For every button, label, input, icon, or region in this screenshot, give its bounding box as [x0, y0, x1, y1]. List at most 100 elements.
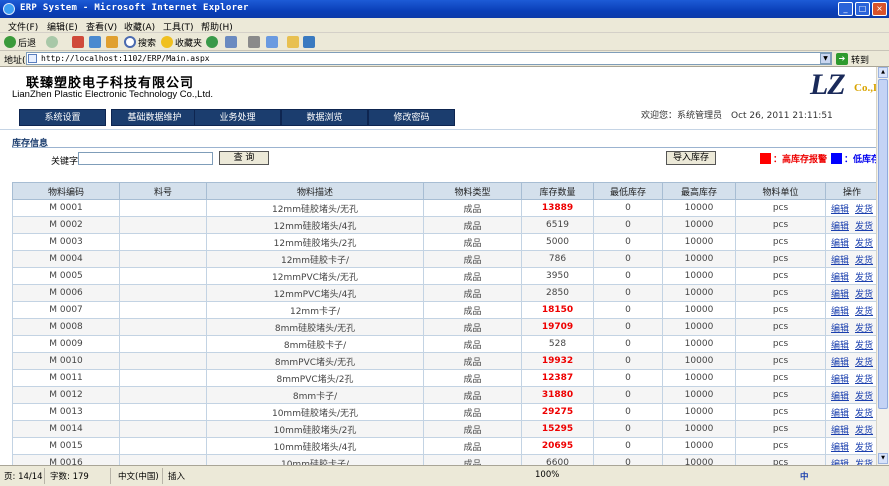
cell-type: 成品 [423, 216, 522, 234]
media-button[interactable] [206, 35, 220, 49]
status-bar: 页: 14/14 字数: 179 中文(中国) 插入 100% 中 [0, 465, 889, 486]
column-header: 物料描述 [206, 182, 424, 200]
table-row: M 0002 12mm硅胶堵头/4孔 成品 6519 0 10000 pcs 编辑 发货 [12, 216, 876, 234]
nav-business[interactable]: 业务处理 [194, 109, 281, 126]
ship-link[interactable]: 发货 [855, 273, 873, 283]
cell-part [119, 369, 207, 387]
edit-link[interactable]: 编辑 [831, 392, 849, 402]
cell-part [119, 284, 207, 302]
nav-system-settings[interactable]: 系统设置 [19, 109, 106, 126]
mail-icon [225, 36, 237, 48]
ship-link[interactable]: 发货 [855, 256, 873, 266]
edit-link[interactable]: 编辑 [831, 256, 849, 266]
edit-link[interactable]: 编辑 [831, 222, 849, 232]
forward-arrow-icon [46, 36, 58, 48]
import-stock-button[interactable]: 导入库存 [666, 151, 716, 165]
edit-link[interactable]: 编辑 [831, 375, 849, 385]
favorites-button[interactable]: 收藏夹 [161, 35, 202, 49]
stop-button[interactable] [72, 35, 86, 49]
cell-actions: 编辑 发货 [825, 233, 876, 251]
edit-link[interactable]: 编辑 [831, 290, 849, 300]
scroll-down-icon[interactable]: ▼ [878, 453, 888, 464]
nav-change-password[interactable]: 修改密码 [368, 109, 455, 126]
vertical-scrollbar[interactable]: ▲ ▼ [876, 67, 889, 465]
cell-desc: 12mm硅胶堵头/2孔 [206, 233, 424, 251]
alarm-legend: ：高库存报警 ：低库存报 [760, 152, 876, 165]
status-language: 中文(中国) [118, 472, 159, 482]
forward-button[interactable] [46, 35, 60, 49]
mail-button[interactable] [225, 35, 239, 49]
search-button[interactable]: 查 询 [219, 151, 269, 165]
nav-basic-data[interactable]: 基础数据维护 [111, 109, 198, 126]
window-titlebar[interactable]: ERP System - Microsoft Internet Explorer… [0, 0, 889, 18]
cell-part [119, 250, 207, 268]
edit-button[interactable] [266, 35, 280, 49]
edit-link[interactable]: 编辑 [831, 205, 849, 215]
refresh-button[interactable] [89, 35, 103, 49]
menu-tools[interactable]: 工具(T) [163, 20, 194, 33]
cell-actions: 编辑 发货 [825, 250, 876, 268]
keyword-input[interactable] [78, 152, 213, 165]
ime-indicator[interactable]: 中 [800, 470, 809, 482]
status-page: 页: 14/14 [4, 472, 43, 482]
edit-link[interactable]: 编辑 [831, 409, 849, 419]
ship-link[interactable]: 发货 [855, 205, 873, 215]
menu-favorites[interactable]: 收藏(A) [124, 20, 155, 33]
edit-link[interactable]: 编辑 [831, 358, 849, 368]
logo-suffix: Co.,L [854, 82, 876, 94]
address-input[interactable]: http://localhost:1102/ERP/Main.aspx [26, 52, 832, 65]
go-button[interactable]: ➔ 转到 [836, 52, 886, 66]
ship-link[interactable]: 发货 [855, 222, 873, 232]
edit-link[interactable]: 编辑 [831, 341, 849, 351]
print-button[interactable] [248, 35, 262, 49]
home-button[interactable] [106, 35, 120, 49]
menu-view[interactable]: 查看(V) [86, 20, 117, 33]
back-button[interactable]: 后退 [4, 35, 36, 49]
ship-link[interactable]: 发货 [855, 426, 873, 436]
cell-min: 0 [593, 352, 663, 370]
edit-link[interactable]: 编辑 [831, 443, 849, 453]
status-zoom[interactable]: 100% [535, 470, 559, 480]
cell-part [119, 437, 207, 455]
ship-link[interactable]: 发货 [855, 290, 873, 300]
status-separator [110, 468, 111, 484]
search-button-toolbar[interactable]: 搜索 [124, 35, 156, 49]
maximize-button[interactable]: □ [855, 2, 870, 16]
table-row: M 0001 12mm硅胶堵头/无孔 成品 13889 0 10000 pcs 编辑 发货 [12, 199, 876, 217]
column-header: 物料类型 [423, 182, 522, 200]
chevron-down-icon[interactable]: ▼ [820, 53, 831, 64]
close-button[interactable]: × [872, 2, 887, 16]
minimize-button[interactable]: _ [838, 2, 853, 16]
menu-edit[interactable]: 编辑(E) [47, 20, 78, 33]
cell-qty: 5000 [521, 233, 594, 251]
ship-link[interactable]: 发货 [855, 443, 873, 453]
ship-link[interactable]: 发货 [855, 341, 873, 351]
edit-link[interactable]: 编辑 [831, 273, 849, 283]
edit-link[interactable]: 编辑 [831, 426, 849, 436]
ship-link[interactable]: 发货 [855, 392, 873, 402]
cell-actions: 编辑 发货 [825, 284, 876, 302]
messenger-button[interactable] [303, 35, 317, 49]
edit-link[interactable]: 编辑 [831, 324, 849, 334]
high-alarm-swatch [760, 152, 771, 164]
cell-min: 0 [593, 437, 663, 455]
ship-link[interactable]: 发货 [855, 358, 873, 368]
folder-button[interactable] [287, 35, 301, 49]
ship-link[interactable]: 发货 [855, 239, 873, 249]
cell-qty: 786 [521, 250, 594, 268]
menu-help[interactable]: 帮助(H) [201, 20, 233, 33]
ship-link[interactable]: 发货 [855, 324, 873, 334]
edit-link[interactable]: 编辑 [831, 239, 849, 249]
search-icon [124, 36, 136, 48]
ship-link[interactable]: 发货 [855, 409, 873, 419]
home-icon [106, 36, 118, 48]
scroll-thumb[interactable] [878, 79, 888, 409]
ship-link[interactable]: 发货 [855, 375, 873, 385]
edit-link[interactable]: 编辑 [831, 307, 849, 317]
nav-data-browse[interactable]: 数据浏览 [281, 109, 368, 126]
edit-page-icon [266, 36, 278, 48]
ship-link[interactable]: 发货 [855, 307, 873, 317]
column-header: 操作 [825, 182, 876, 200]
scroll-up-icon[interactable]: ▲ [878, 67, 888, 78]
menu-file[interactable]: 文件(F) [8, 20, 38, 33]
